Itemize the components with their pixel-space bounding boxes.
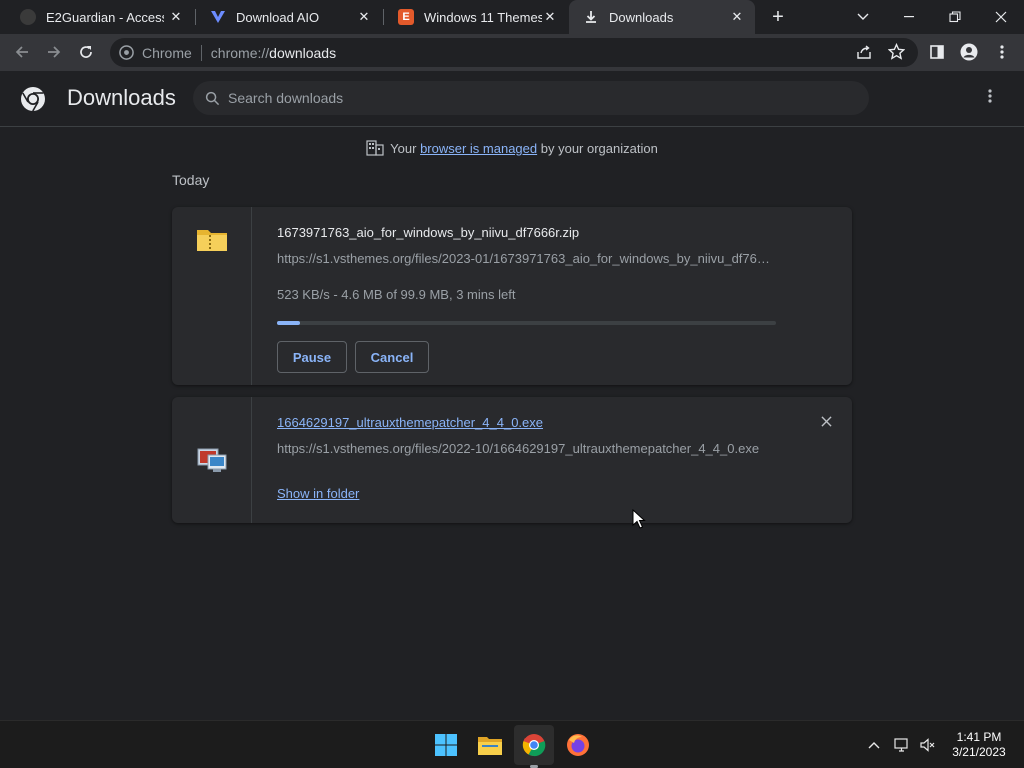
- clock-date: 3/21/2023: [952, 745, 1006, 759]
- browser-managed-link[interactable]: browser is managed: [420, 141, 537, 156]
- chrome-icon: [522, 734, 546, 757]
- windows-start-icon: [435, 734, 457, 756]
- download-progress-bar: [277, 321, 776, 325]
- windows-taskbar: 1:41 PM 3/21/2023: [0, 720, 1024, 768]
- tab-title: Downloads: [609, 9, 674, 25]
- close-icon: [820, 416, 832, 427]
- network-icon[interactable]: [892, 735, 912, 755]
- close-window-button[interactable]: [978, 0, 1024, 34]
- reload-button[interactable]: [74, 40, 98, 64]
- side-panel-icon: [930, 45, 944, 59]
- tab-title: Windows 11 Themes AIO: [424, 9, 542, 25]
- cancel-button[interactable]: Cancel: [355, 341, 429, 373]
- download-url: https://s1.vsthemes.org/files/2023-01/16…: [277, 251, 770, 266]
- downloads-header: Downloads: [0, 71, 1024, 127]
- back-button[interactable]: [10, 40, 34, 64]
- progress-fill: [277, 321, 300, 325]
- tab-e2guardian[interactable]: E2Guardian - Access Denied ✕: [6, 0, 194, 34]
- download-filename: 1673971763_aio_for_windows_by_niivu_df76…: [277, 225, 580, 240]
- exe-app-icon: [196, 445, 228, 480]
- browser-toolbar: Chrome chrome://downloads: [0, 34, 1024, 71]
- download-status: 523 KB/s - 4.6 MB of 99.9 MB, 3 mins lef…: [277, 287, 516, 302]
- building-icon: [366, 140, 384, 159]
- profile-icon: [960, 43, 978, 61]
- show-in-folder-link[interactable]: Show in folder: [277, 486, 359, 501]
- download-item: 1673971763_aio_for_windows_by_niivu_df76…: [172, 207, 852, 385]
- managed-prefix: Your: [390, 140, 417, 156]
- download-filename-link[interactable]: 1664629197_ultrauxthemepatcher_4_4_0.exe: [277, 415, 543, 430]
- close-icon[interactable]: ✕: [168, 9, 184, 25]
- kebab-menu-icon: [988, 89, 992, 103]
- date-header: Today: [172, 172, 210, 188]
- start-button[interactable]: [426, 725, 466, 765]
- system-clock[interactable]: 1:41 PM 3/21/2023: [944, 730, 1014, 760]
- close-icon: [995, 11, 1007, 23]
- zip-folder-icon: [196, 225, 228, 258]
- mouse-cursor-icon: [632, 508, 646, 534]
- tab-strip: E2Guardian - Access Denied ✕ Download AI…: [0, 0, 1024, 34]
- kebab-menu-icon: [1000, 45, 1004, 59]
- tab-download-aio[interactable]: Download AIO ✕: [196, 0, 382, 34]
- tray-overflow-chevron-up-icon[interactable]: [864, 735, 884, 755]
- clock-time: 1:41 PM: [956, 730, 1002, 744]
- new-tab-button[interactable]: +: [768, 7, 788, 27]
- remove-download-button[interactable]: [818, 415, 834, 431]
- tab-downloads[interactable]: Downloads ✕: [569, 0, 755, 34]
- chrome-taskbar-button[interactable]: [514, 725, 554, 765]
- chevron-down-icon: [857, 13, 869, 20]
- divider: [200, 44, 202, 61]
- minimize-button[interactable]: [886, 0, 932, 34]
- e-logo-favicon: E: [398, 9, 414, 25]
- download-item: 1664629197_ultrauxthemepatcher_4_4_0.exe…: [172, 397, 852, 523]
- download-icon: [583, 9, 599, 25]
- reload-icon: [80, 46, 92, 58]
- firefox-taskbar-button[interactable]: [558, 725, 598, 765]
- tab-search-button[interactable]: [840, 0, 886, 34]
- arrow-left-icon: [15, 46, 28, 58]
- chrome-logo-icon: [20, 86, 46, 117]
- search-input[interactable]: [228, 90, 828, 106]
- bookmark-star-icon[interactable]: [887, 42, 906, 63]
- download-url: https://s1.vsthemes.org/files/2022-10/16…: [277, 441, 760, 456]
- arrow-right-icon: [48, 46, 61, 58]
- file-explorer-button[interactable]: [470, 725, 510, 765]
- chrome-site-icon: [119, 45, 134, 63]
- more-actions-button[interactable]: [980, 88, 1000, 108]
- minimize-icon: [904, 16, 914, 18]
- restore-icon: [949, 11, 961, 23]
- volume-muted-icon[interactable]: [918, 735, 938, 755]
- close-icon[interactable]: ✕: [729, 9, 745, 25]
- share-icon[interactable]: [856, 44, 872, 63]
- file-explorer-icon: [478, 737, 502, 755]
- url-scheme: chrome://: [210, 44, 270, 61]
- tab-title: E2Guardian - Access Denied: [46, 9, 164, 25]
- v-logo-favicon: [210, 9, 226, 25]
- restore-button[interactable]: [932, 0, 978, 34]
- pause-button[interactable]: Pause: [277, 341, 347, 373]
- profile-button[interactable]: [957, 40, 981, 64]
- search-icon: [205, 91, 220, 106]
- managed-notice: Your browser is managed by your organiza…: [0, 140, 1024, 159]
- forward-button[interactable]: [42, 40, 66, 64]
- address-bar[interactable]: Chrome chrome://downloads: [110, 38, 918, 67]
- site-label: Chrome: [142, 44, 192, 61]
- search-box[interactable]: [193, 81, 869, 115]
- tab-title: Download AIO: [236, 9, 320, 25]
- side-panel-button[interactable]: [925, 40, 949, 64]
- page-title: Downloads: [67, 85, 176, 110]
- e2guardian-favicon: [20, 9, 36, 25]
- chrome-menu-button[interactable]: [990, 40, 1014, 64]
- url-host: downloads: [269, 44, 337, 61]
- managed-suffix: by your organization: [540, 140, 658, 156]
- tab-windows-11-themes[interactable]: E Windows 11 Themes AIO ✕: [384, 0, 568, 34]
- close-icon[interactable]: ✕: [542, 9, 558, 25]
- firefox-icon: [567, 734, 589, 756]
- close-icon[interactable]: ✕: [356, 9, 372, 25]
